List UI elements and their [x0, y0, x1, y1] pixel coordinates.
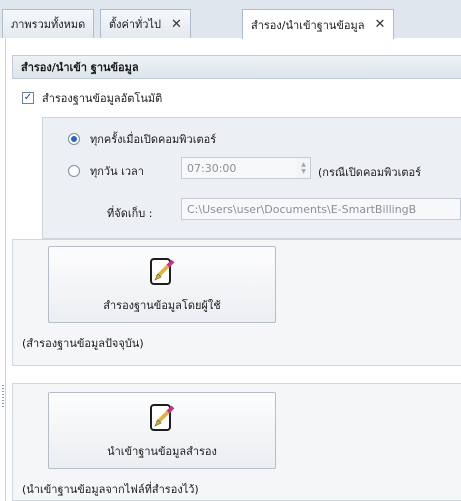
- tab-label: ภาพรวมทั้งหมด: [11, 18, 86, 31]
- left-border: [5, 38, 6, 501]
- tab-general-settings[interactable]: ตั้งค่าทั่วไป ✕: [100, 9, 191, 38]
- import-caption: (นำเข้าฐานข้อมูลจากไฟล์ที่สำรองไว้): [22, 483, 199, 496]
- option-on-startup-label: ทุกครั้งเมื่อเปิดคอมพิวเตอร์: [90, 133, 217, 146]
- location-label: ที่จัดเก็บ :: [107, 207, 153, 220]
- close-icon[interactable]: ✕: [375, 18, 386, 31]
- edit-document-icon: [150, 258, 175, 285]
- auto-backup-label: สำรองฐานข้อมูลอัตโนมัติ: [42, 92, 163, 105]
- edit-document-icon: [150, 404, 175, 431]
- tab-backup-import[interactable]: สำรอง/นำเข้าฐานข้อมูล ✕: [242, 9, 395, 39]
- daily-time-input[interactable]: [181, 157, 298, 179]
- radio-on-startup[interactable]: [68, 133, 80, 145]
- option-daily[interactable]: ทุกวัน เวลา: [68, 162, 144, 180]
- user-backup-label: สำรองฐานข้อมูลโดยผู้ใช้: [103, 299, 221, 312]
- import-backup-label: นำเข้าฐานข้อมูลสำรอง: [107, 445, 217, 458]
- auto-backup-checkbox[interactable]: ✓: [22, 92, 34, 104]
- radio-daily[interactable]: [68, 165, 80, 177]
- section-title: สำรอง/นำเข้า ฐานข้อมูล: [21, 61, 139, 74]
- tab-overview[interactable]: ภาพรวมทั้งหมด: [2, 9, 95, 38]
- spin-up-icon[interactable]: ▲: [301, 161, 306, 168]
- tab-strip: ภาพรวมทั้งหมด ตั้งค่าทั่วไป ✕ สำรอง/นำเข…: [0, 0, 461, 39]
- option-on-startup[interactable]: ทุกครั้งเมื่อเปิดคอมพิวเตอร์: [68, 130, 216, 148]
- daily-note: (กรณีเปิดคอมพิวเตอร์: [318, 166, 422, 179]
- spin-down-icon[interactable]: ▼: [301, 168, 306, 175]
- backup-caption: (สำรองฐานข้อมูลปัจจุบัน): [22, 337, 144, 350]
- import-backup-button[interactable]: นำเข้าฐานข้อมูลสำรอง: [48, 392, 276, 469]
- close-icon[interactable]: ✕: [171, 18, 182, 31]
- tab-label: ตั้งค่าทั่วไป: [109, 18, 161, 31]
- section-header: สำรอง/นำเข้า ฐานข้อมูล: [12, 55, 461, 79]
- auto-backup-option[interactable]: ✓ สำรองฐานข้อมูลอัตโนมัติ: [22, 89, 162, 107]
- location-input[interactable]: [181, 198, 461, 220]
- user-backup-button[interactable]: สำรองฐานข้อมูลโดยผู้ใช้: [48, 246, 276, 323]
- splitter-grip[interactable]: [2, 385, 4, 407]
- tab-label: สำรอง/นำเข้าฐานข้อมูล: [251, 18, 365, 32]
- time-spinner[interactable]: ▲ ▼: [297, 157, 311, 179]
- option-daily-label: ทุกวัน เวลา: [90, 165, 144, 178]
